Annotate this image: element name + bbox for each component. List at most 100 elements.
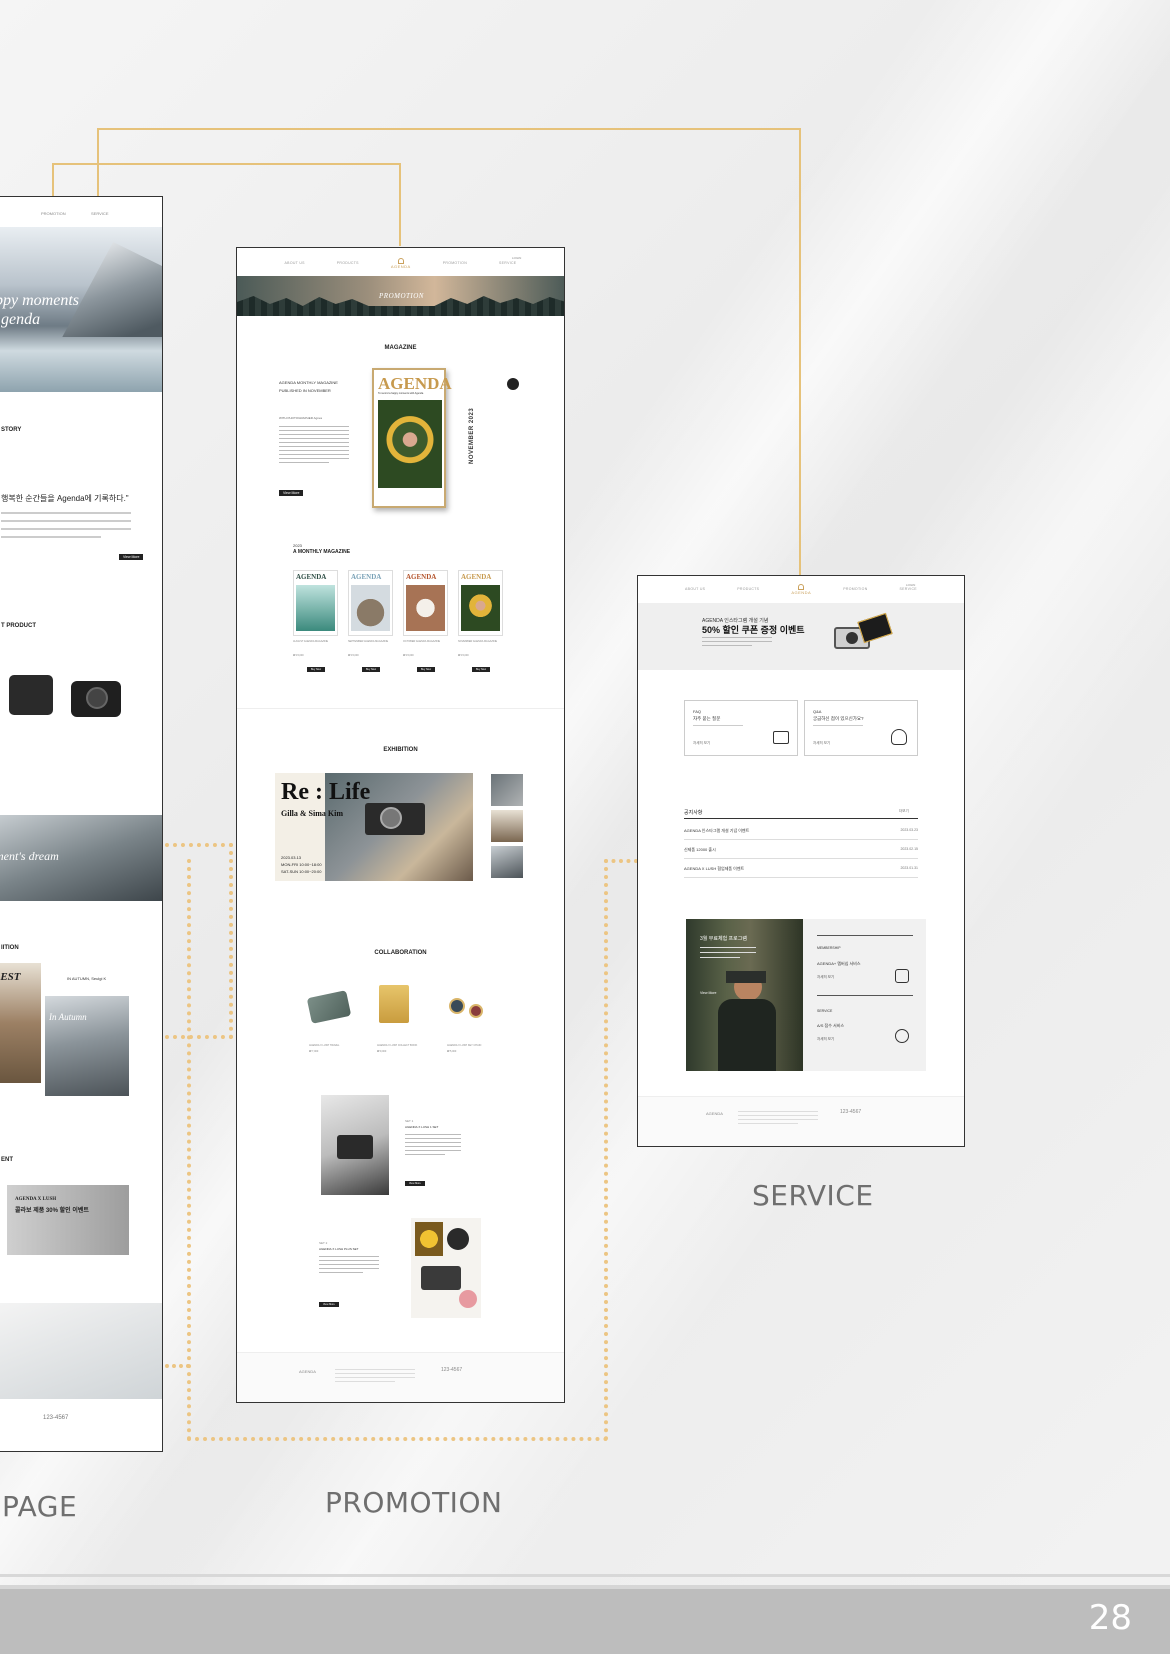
qa-label: Q&A xyxy=(813,709,822,714)
mag-label-october: OCTOBER AGENDA MAGAZINE xyxy=(403,640,441,643)
story-text-lines xyxy=(1,512,131,538)
buy-now-august[interactable]: Buy Now xyxy=(307,667,326,672)
magazine-card-september[interactable]: AGENDA xyxy=(348,570,393,636)
magazine-cover-title: AGENDA xyxy=(378,374,452,393)
faq-desc xyxy=(693,725,743,726)
collab-key-chain-2[interactable] xyxy=(469,1004,483,1018)
service-footer-lines xyxy=(738,1111,818,1124)
story-view-more-button[interactable]: View More xyxy=(119,554,144,560)
faq-card[interactable]: FAQ 자주 묻는 질문 자세히 보기 xyxy=(684,700,798,756)
promo-nav-service[interactable]: SERVICE xyxy=(499,261,516,265)
magazine-cover[interactable]: AGENDA To record a happy moments with Ag… xyxy=(372,368,452,508)
service-link[interactable]: 자세히 보기 xyxy=(817,1037,834,1042)
service-event-title: 50% 할인 쿠폰 증정 이벤트 xyxy=(702,625,805,635)
set1-view-more-button[interactable]: View More xyxy=(405,1181,425,1186)
notice-more-link[interactable]: 더보기 xyxy=(899,809,909,814)
set1-label: SET 1 xyxy=(405,1119,414,1123)
service-rule xyxy=(817,995,913,996)
qa-link[interactable]: 자세히 보기 xyxy=(813,741,830,746)
exhibition-thumb-1[interactable] xyxy=(491,774,523,806)
promo-nav-products[interactable]: PRODUCTS xyxy=(337,261,359,265)
service-desc: A/S 접수 서비스 xyxy=(817,1023,845,1028)
set2-title: AGENDA X LUSH PLUS SET xyxy=(319,1247,359,1251)
camera-instax xyxy=(9,675,53,715)
cart-icon[interactable] xyxy=(507,378,519,390)
service-nav-service[interactable]: SERVICE xyxy=(900,587,917,591)
magazine-title-1: AGENDA MONTHLY MAGAZINE xyxy=(279,380,338,385)
faq-label: FAQ xyxy=(693,709,702,714)
page-number: 28 xyxy=(1088,1598,1132,1638)
collab-price-travel: ₩ 7,000 xyxy=(309,1050,319,1053)
collaboration-heading: COLLABORATION xyxy=(374,950,427,956)
service-event-banner[interactable]: AGENDA 인스타그램 개설 기념 50% 할인 쿠폰 증정 이벤트 xyxy=(638,603,964,670)
exhibition-hours-1: MON-FRI 10:00~18:00 xyxy=(281,862,322,867)
qa-card[interactable]: Q&A 궁금하신 점이 있으신가요? 자세히 보기 xyxy=(804,700,918,756)
program-view-more-button[interactable]: View More xyxy=(700,991,716,995)
set1-photo[interactable] xyxy=(321,1095,389,1195)
label-service: SERVICE xyxy=(752,1179,874,1212)
hero-script-2: genda xyxy=(1,311,41,328)
service-nav-products[interactable]: PRODUCTS xyxy=(737,587,759,591)
magazine-card-november[interactable]: AGENDA xyxy=(458,570,503,636)
notice-title: AGENDA 인스타그램 개설 기념 이벤트 xyxy=(684,828,750,833)
dotted-link-service-top xyxy=(604,859,638,863)
home-footer-phone: 123-4567 xyxy=(43,1415,69,1421)
magazine-card-october[interactable]: AGENDA xyxy=(403,570,448,636)
mountain-banner: ment's dream xyxy=(0,815,162,901)
promo-footer: AGENDA 123-4567 xyxy=(237,1352,564,1402)
footer-divider xyxy=(0,1574,1170,1577)
service-label: SERVICE xyxy=(817,1009,833,1013)
promo-banner: PROMOTION xyxy=(237,276,564,316)
label-page: PAGE xyxy=(2,1490,78,1523)
service-nav-promotion[interactable]: PROMOTION xyxy=(843,587,867,591)
service-event-card xyxy=(857,612,893,644)
collab-key-chain[interactable] xyxy=(449,998,465,1014)
exhibition-artist: Gilla & Sima Kim xyxy=(281,809,343,818)
exhibition-thumb-2[interactable] xyxy=(491,810,523,842)
section-divider xyxy=(237,708,564,709)
exhibition-title: Re : Life xyxy=(281,779,371,805)
collab-collect-book[interactable] xyxy=(379,985,409,1023)
headset-icon xyxy=(891,729,907,745)
buy-now-october[interactable]: Buy Now xyxy=(417,667,436,672)
promo-logo[interactable]: AGENDA xyxy=(391,257,411,269)
service-login-link[interactable]: LOGIN xyxy=(906,583,915,587)
notice-row-2[interactable]: 신제품 12000 출시 2023.02.15 xyxy=(684,843,918,859)
notice-row-3[interactable]: AGENDA X LUSH 협업제품 이벤트 2023.01.31 xyxy=(684,862,918,878)
hero-script: ppy moments xyxy=(0,292,79,309)
magazine-view-more-button[interactable]: View More xyxy=(279,490,304,496)
program-photo[interactable]: 3월 무료체험 프로그램 View More xyxy=(686,919,803,1071)
collab-label-travel: AGENDA X LUSH TRAVEL xyxy=(309,1044,340,1047)
promo-nav-about[interactable]: ABOUT US xyxy=(285,261,305,265)
notice-row-1[interactable]: AGENDA 인스타그램 개설 기념 이벤트 2023.03.23 xyxy=(684,824,918,840)
service-logo[interactable]: AGENDA xyxy=(791,583,811,595)
exhibition-thumb-3[interactable] xyxy=(491,846,523,878)
collab-travel-kit[interactable] xyxy=(306,990,352,1024)
event-heading: ENT xyxy=(1,1157,13,1163)
monthly-year: 2023 xyxy=(293,543,302,548)
faq-link[interactable]: 자세히 보기 xyxy=(693,741,710,746)
notice-title: 신제품 12000 출시 xyxy=(684,847,716,852)
set2-view-more-button[interactable]: View More xyxy=(319,1302,339,1307)
promo-login-link[interactable]: LOGIN xyxy=(512,256,521,260)
buy-now-november[interactable]: Buy Now xyxy=(472,667,491,672)
service-nav-about[interactable]: ABOUT US xyxy=(685,587,705,591)
exhibition-poster[interactable]: Re : Life Gilla & Sima Kim 2023.03.13 MO… xyxy=(275,773,473,881)
set2-photo[interactable] xyxy=(411,1218,481,1318)
service-footer: AGENDA 123-4567 xyxy=(638,1096,964,1146)
collab-label-book: AGENDA X LUSH COLLECT BOOK xyxy=(377,1044,418,1047)
promo-nav-promotion[interactable]: PROMOTION xyxy=(443,261,467,265)
magazine-card-august[interactable]: AGENDA xyxy=(293,570,338,636)
promotion-page-mockup: ABOUT US PRODUCTS AGENDA PROMOTION SERVI… xyxy=(236,247,565,1403)
membership-link[interactable]: 자세히 보기 xyxy=(817,975,834,980)
qa-desc xyxy=(813,725,863,726)
qa-title: 궁금하신 점이 있으신가요? xyxy=(813,716,864,721)
magazine-with: WITH PHOTOGRAPHER Agnes xyxy=(279,416,323,420)
service-footer-phone: 123-4567 xyxy=(840,1109,862,1115)
magazine-cover-photo xyxy=(378,400,442,488)
mag-price-september: ₩ 15,000 xyxy=(348,654,359,657)
membership-desc: AGENDA+ 멤버십 서비스 xyxy=(817,961,861,966)
buy-now-september[interactable]: Buy Now xyxy=(362,667,381,672)
service-page-mockup: ABOUT US PRODUCTS AGENDA PROMOTION SERVI… xyxy=(637,575,965,1147)
event-banner-title: AGENDA X LUSH xyxy=(15,1197,57,1202)
